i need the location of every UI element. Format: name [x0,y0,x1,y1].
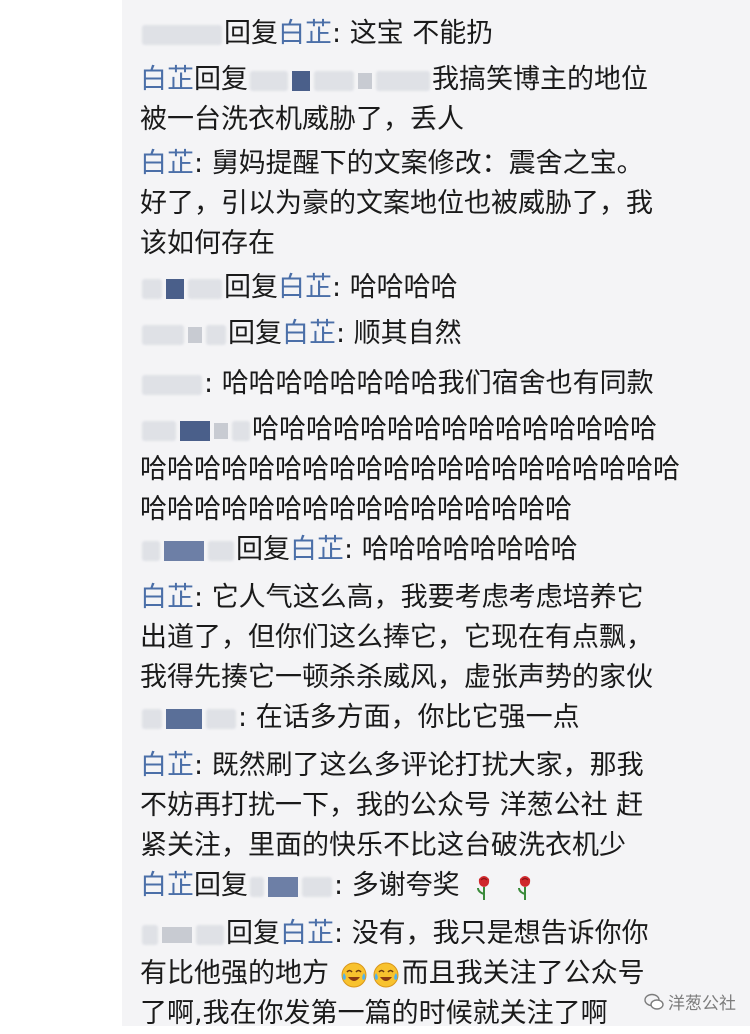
blurred-username [162,926,192,943]
username-link[interactable]: 白芷 [290,534,344,565]
username-link[interactable]: 白芷 [278,18,332,49]
comment: 白芷: 它人气这么高，我要考虑考虑培养它 出道了，但你们这么捧它，它现在有点飘，… [140,582,653,693]
comment: 哈哈哈哈哈哈哈哈哈哈哈哈哈哈哈 哈哈哈哈哈哈哈哈哈哈哈哈哈哈哈哈哈哈哈哈 哈哈哈… [140,414,680,525]
comment: : 在话多方面，你比它强一点 [140,698,730,738]
comment-reply: 回复白芷: 哈哈哈哈哈哈哈哈 [140,530,730,570]
tears-of-joy-emoji-icon [341,962,367,987]
blurred-username [358,72,372,89]
blurred-username [232,420,250,441]
comment: 白芷: 舅妈提醒下的文案修改：震舍之宝。 好了，引以为豪的文案地位也被威胁了，我… [140,148,653,259]
username-link[interactable]: 白芷 [282,318,336,349]
blurred-username [164,540,204,561]
blurred-username [180,420,210,441]
blurred-username [268,876,298,897]
username-link[interactable]: 白芷 [280,918,334,949]
username-link[interactable]: 白芷 [140,582,194,613]
comment-reply: 回复白芷: 哈哈哈哈 [140,268,730,308]
blurred-username [166,278,184,299]
blurred-username [142,374,202,395]
blurred-username [292,70,310,91]
blurred-username [206,324,226,345]
blurred-username [166,708,202,729]
blurred-username [142,420,176,441]
comment-reply: 白芷回复: 多谢夸奖 [140,866,730,906]
blurred-username [206,708,236,729]
blurred-username [196,924,224,945]
username-link[interactable]: 白芷 [140,870,194,901]
blurred-username [142,324,184,345]
username-link[interactable]: 白芷 [278,272,332,303]
blurred-username [250,876,264,897]
wechat-icon [644,993,664,1010]
blurred-username [142,278,162,299]
comment-reply: 回复白芷: 顺其自然 [140,314,730,354]
blurred-username [208,540,234,561]
comment-reply: 回复白芷: 没有，我只是想告诉你你 有比他强的地方 而且我关注了公众号 了啊,我… [140,918,649,1029]
comment-reply: 回复白芷: 这宝 不能扔 [140,14,730,54]
blurred-username [142,924,158,945]
blurred-username [314,70,354,91]
comment: : 哈哈哈哈哈哈哈哈我们宿舍也有同款 [140,364,730,404]
blurred-username [188,326,202,343]
blurred-username [142,708,162,729]
blurred-username [376,70,430,91]
username-link[interactable]: 白芷 [140,64,194,95]
rose-icon [517,875,531,900]
comment: 白芷: 既然刷了这么多评论打扰大家，那我 不妨再打扰一下，我的公众号 洋葱公社 … [140,750,644,861]
blurred-username [188,278,222,299]
watermark: 洋葱公社 [644,989,736,1014]
username-link[interactable]: 白芷 [140,750,194,781]
tears-of-joy-emoji-icon [373,962,399,987]
username-link[interactable]: 白芷 [140,148,194,179]
blurred-username [142,540,160,561]
blurred-username [250,70,288,91]
blurred-username [142,24,222,45]
comment-reply: 白芷回复 我搞笑博主的地位 被一台洗衣机威胁了，丢人 [140,64,648,135]
blurred-username [214,422,228,439]
blurred-username [302,876,332,897]
rose-icon [477,875,490,900]
